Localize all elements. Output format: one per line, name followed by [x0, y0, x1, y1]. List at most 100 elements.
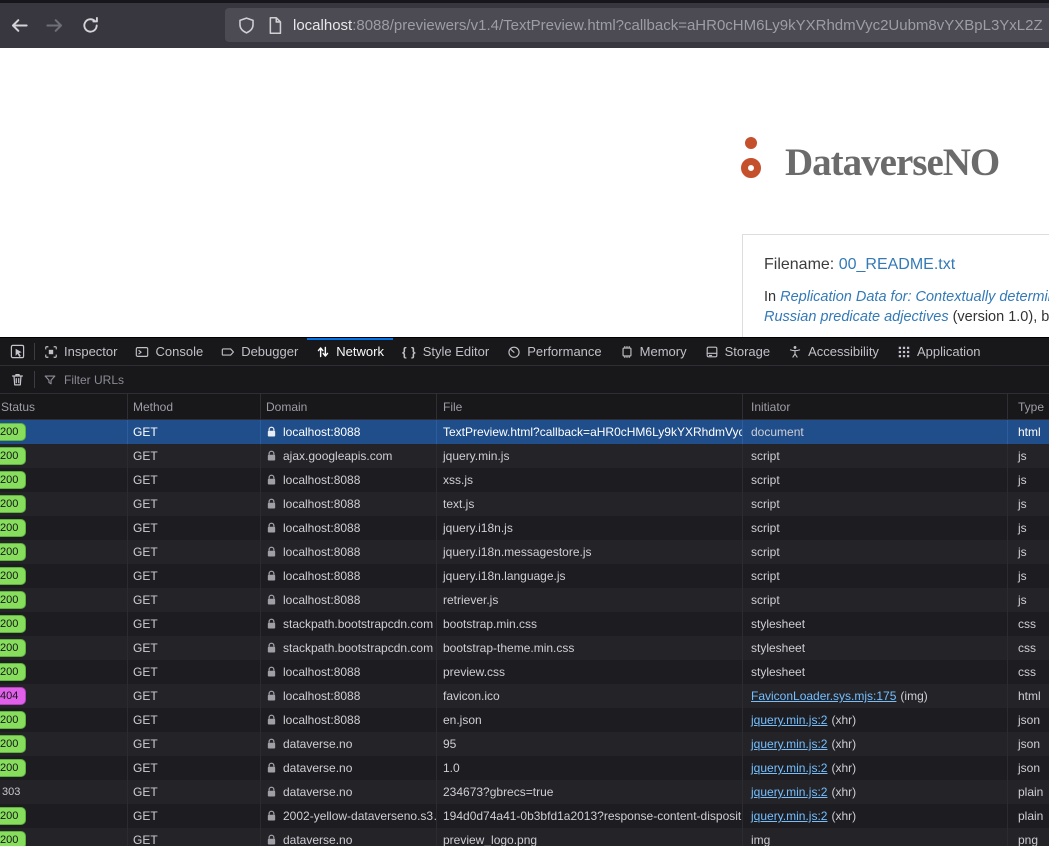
- initiator-link[interactable]: jquery.min.js:2: [751, 761, 827, 775]
- table-row[interactable]: 200 GET ajax.googleapis.com jquery.min.j…: [0, 444, 1049, 468]
- tab-network[interactable]: Network: [307, 338, 393, 365]
- inspector-icon: [44, 345, 58, 359]
- memory-icon: [620, 345, 634, 359]
- cell-method: GET: [128, 732, 261, 756]
- cell-method: GET: [128, 516, 261, 540]
- forward-icon[interactable]: [45, 16, 64, 35]
- initiator-text: (xhr): [831, 761, 856, 775]
- table-row[interactable]: 200 GET 2002-yellow-dataverseno.s3… 194d…: [0, 804, 1049, 828]
- lock-icon: [266, 618, 277, 630]
- table-row[interactable]: 200 GET localhost:8088 retriever.js scri…: [0, 588, 1049, 612]
- initiator-link[interactable]: jquery.min.js:2: [751, 713, 827, 727]
- page-icon[interactable]: [265, 16, 284, 35]
- filename-link[interactable]: 00_README.txt: [839, 256, 955, 273]
- initiator-link[interactable]: jquery.min.js:2: [751, 737, 827, 751]
- cell-domain: localhost:8088: [261, 588, 437, 612]
- url-text: localhost:8088/previewers/v1.4/TextPrevi…: [293, 17, 1043, 34]
- cell-domain: dataverse.no: [261, 828, 437, 846]
- initiator-link[interactable]: jquery.min.js:2: [751, 809, 827, 823]
- shield-icon[interactable]: [237, 16, 256, 35]
- column-header-file[interactable]: File: [437, 394, 743, 419]
- table-row[interactable]: 200 GET dataverse.no preview_logo.png im…: [0, 828, 1049, 846]
- network-rows: 200 GET localhost:8088 TextPreview.html?…: [0, 420, 1049, 846]
- lock-icon: [266, 714, 277, 726]
- domain-text: localhost:8088: [283, 497, 360, 511]
- node-picker-icon[interactable]: [0, 338, 34, 365]
- cell-status: 200: [0, 804, 128, 828]
- initiator-link[interactable]: jquery.min.js:2: [751, 785, 827, 799]
- lock-icon: [266, 546, 277, 558]
- column-header-type[interactable]: Type: [1008, 394, 1049, 419]
- lock-icon: [266, 642, 277, 654]
- table-row[interactable]: 200 GET stackpath.bootstrapcdn.com boots…: [0, 636, 1049, 660]
- lock-icon: [266, 426, 277, 438]
- tab-memory[interactable]: Memory: [611, 338, 696, 365]
- table-row[interactable]: 200 GET dataverse.no 95 jquery.min.js:2(…: [0, 732, 1049, 756]
- tab-storage[interactable]: Storage: [696, 338, 780, 365]
- tab-accessibility[interactable]: Accessibility: [779, 338, 888, 365]
- tab-inspector[interactable]: Inspector: [35, 338, 126, 365]
- status-badge: 200: [0, 735, 26, 753]
- cell-method: GET: [128, 612, 261, 636]
- column-header-method[interactable]: Method: [128, 394, 261, 419]
- initiator-link[interactable]: FaviconLoader.sys.mjs:175: [751, 689, 896, 703]
- cell-method: GET: [128, 780, 261, 804]
- status-badge: 200: [0, 543, 26, 561]
- column-header-status[interactable]: Status: [0, 394, 128, 419]
- domain-text: localhost:8088: [283, 569, 360, 583]
- cell-type: js: [1008, 588, 1049, 612]
- column-header-initiator[interactable]: Initiator: [743, 394, 1008, 419]
- url-bar[interactable]: localhost:8088/previewers/v1.4/TextPrevi…: [225, 8, 1049, 42]
- cell-domain: ajax.googleapis.com: [261, 444, 437, 468]
- tab-console[interactable]: Console: [126, 338, 212, 365]
- tab-performance[interactable]: Performance: [498, 338, 610, 365]
- page-content: DataverseNO Filename: 00_README.txt In R…: [0, 48, 1049, 337]
- domain-text: localhost:8088: [283, 473, 360, 487]
- cell-status: 200: [0, 492, 128, 516]
- clear-requests-button[interactable]: [0, 372, 34, 387]
- table-row[interactable]: 404 GET localhost:8088 favicon.ico Favic…: [0, 684, 1049, 708]
- cell-initiator: jquery.min.js:2 (xhr): [743, 756, 1008, 780]
- cell-domain: localhost:8088: [261, 564, 437, 588]
- cell-status: 200: [0, 588, 128, 612]
- debugger-icon: [221, 345, 235, 359]
- table-row[interactable]: 200 GET localhost:8088 preview.css style…: [0, 660, 1049, 684]
- cell-method: GET: [128, 540, 261, 564]
- dataverse-logo-icon: [737, 134, 779, 190]
- dataset-title-link2[interactable]: Russian predicate adjectives: [764, 309, 949, 325]
- cell-type: json: [1008, 732, 1049, 756]
- initiator-text: (xhr): [831, 785, 856, 799]
- cell-initiator: script: [743, 468, 1008, 492]
- lock-icon: [266, 498, 277, 510]
- dataset-description: In Replication Data for: Contextually de…: [764, 287, 1049, 327]
- table-row[interactable]: 200 GET localhost:8088 jquery.i18n.messa…: [0, 540, 1049, 564]
- table-row[interactable]: 200 GET localhost:8088 jquery.i18n.langu…: [0, 564, 1049, 588]
- cell-type: json: [1008, 756, 1049, 780]
- initiator-text: script: [751, 545, 780, 559]
- back-icon[interactable]: [10, 16, 29, 35]
- dataset-title-link[interactable]: Replication Data for: Contextually deter…: [780, 289, 1049, 305]
- cell-method: GET: [128, 444, 261, 468]
- table-row[interactable]: 200 GET localhost:8088 jquery.i18n.js sc…: [0, 516, 1049, 540]
- table-row[interactable]: 200 GET localhost:8088 text.js script js: [0, 492, 1049, 516]
- domain-text: localhost:8088: [283, 425, 360, 439]
- filter-urls-input[interactable]: [64, 373, 264, 387]
- cell-initiator: document: [743, 420, 1008, 444]
- table-row[interactable]: 200 GET localhost:8088 en.json jquery.mi…: [0, 708, 1049, 732]
- table-row[interactable]: 200 GET dataverse.no 1.0 jquery.min.js:2…: [0, 756, 1049, 780]
- table-row[interactable]: 303 GET dataverse.no 234673?gbrecs=true …: [0, 780, 1049, 804]
- initiator-text: img: [751, 833, 770, 846]
- table-row[interactable]: 200 GET localhost:8088 xss.js script js: [0, 468, 1049, 492]
- tab-style-editor[interactable]: { } Style Editor: [393, 338, 498, 365]
- trash-icon: [10, 372, 25, 387]
- reload-icon[interactable]: [81, 16, 100, 35]
- domain-text: localhost:8088: [283, 593, 360, 607]
- tab-application[interactable]: Application: [888, 338, 990, 365]
- table-row[interactable]: 200 GET stackpath.bootstrapcdn.com boots…: [0, 612, 1049, 636]
- initiator-text: stylesheet: [751, 665, 805, 679]
- table-row[interactable]: 200 GET localhost:8088 TextPreview.html?…: [0, 420, 1049, 444]
- tab-debugger[interactable]: Debugger: [212, 338, 307, 365]
- column-header-domain[interactable]: Domain: [261, 394, 437, 419]
- initiator-text: script: [751, 497, 780, 511]
- cell-type: css: [1008, 612, 1049, 636]
